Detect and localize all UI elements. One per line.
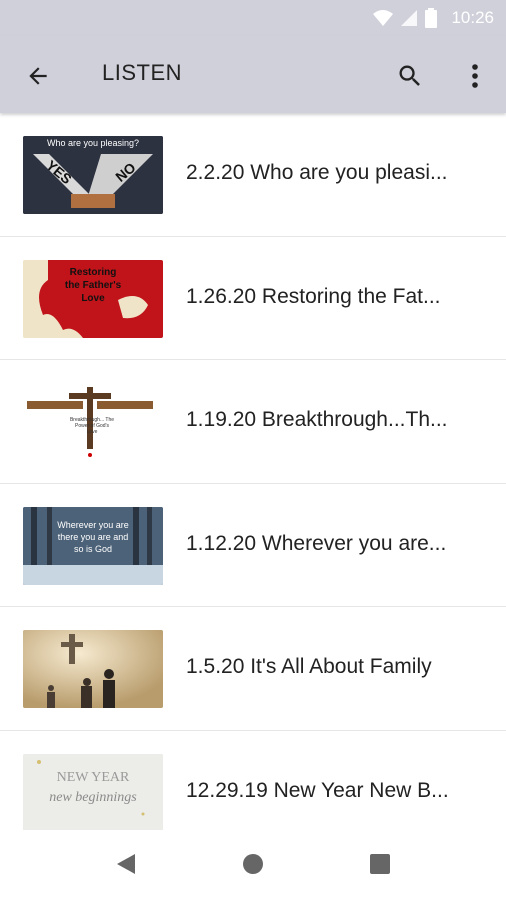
item-title: 1.5.20 It's All About Family	[186, 655, 432, 679]
thumbnail: Breakthrough... The Power of God's Love	[23, 383, 163, 462]
thumbnail: Who are you pleasing? YES NO	[23, 136, 163, 214]
thumb-caption: Wherever you are there you are and so is…	[57, 519, 129, 554]
circle-home-icon	[243, 854, 263, 874]
item-title: 2.2.20 Who are you pleasi...	[186, 161, 448, 184]
nav-recents-button[interactable]	[366, 850, 394, 878]
system-nav-bar	[0, 830, 506, 900]
more-options-button[interactable]	[460, 58, 490, 94]
list-item[interactable]: Breakthrough... The Power of God's Love …	[0, 360, 506, 484]
sermon-list: Who are you pleasing? YES NO 2.2.20 Who …	[0, 113, 506, 855]
search-button[interactable]	[392, 58, 428, 94]
thumb-caption: Restoring the Father's Love	[64, 266, 122, 304]
thumb-caption-script: new beginnings	[49, 789, 137, 805]
item-title: 1.19.20 Breakthrough...Th...	[186, 408, 448, 432]
app-bar: LISTEN	[0, 36, 506, 113]
thumbnail	[23, 630, 163, 709]
list-item[interactable]: Who are you pleasing? YES NO 2.2.20 Who …	[0, 113, 506, 237]
back-button[interactable]	[20, 58, 56, 94]
nav-home-button[interactable]	[239, 850, 267, 878]
list-item[interactable]: Wherever you are there you are and so is…	[0, 484, 506, 608]
item-title: 1.12.20 Wherever you are...	[186, 531, 447, 555]
search-icon	[399, 65, 420, 86]
thumb-caption: NEW YEAR	[56, 769, 130, 785]
more-vert-icon	[472, 64, 478, 88]
list-item[interactable]: 1.5.20 It's All About Family	[0, 607, 506, 731]
triangle-back-icon	[117, 854, 135, 874]
signal-icon	[401, 10, 418, 26]
battery-icon	[425, 8, 438, 28]
arrow-back-icon	[29, 67, 47, 85]
item-title: 1.26.20 Restoring the Fat...	[186, 284, 441, 308]
status-bar: 10:26	[0, 0, 506, 36]
nav-back-button[interactable]	[112, 850, 140, 878]
thumbnail: Restoring the Father's Love	[23, 259, 163, 338]
thumbnail: Wherever you are there you are and so is…	[23, 506, 163, 585]
square-recents-icon	[370, 854, 390, 874]
item-title: 12.29.19 New Year New B...	[186, 778, 449, 802]
wifi-icon	[373, 10, 394, 26]
status-time: 10:26	[451, 8, 494, 27]
thumbnail: NEW YEAR new beginnings	[23, 753, 163, 832]
thumb-caption: Breakthrough... The Power of God's Love	[69, 417, 115, 436]
page-title: LISTEN	[102, 60, 183, 85]
list-item[interactable]: Restoring the Father's Love 1.26.20 Rest…	[0, 237, 506, 361]
thumb-caption: Who are you pleasing?	[46, 138, 140, 148]
